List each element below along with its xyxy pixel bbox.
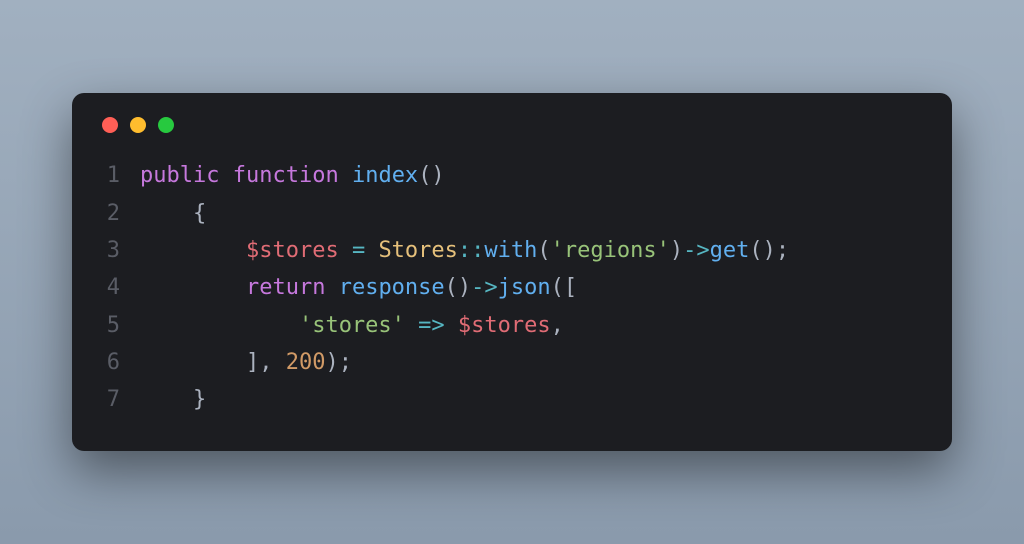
token-punc [339,163,352,188]
code-line: 7 } [100,381,924,418]
token-punc [445,313,458,338]
token-punc [339,238,352,263]
token-punc [219,163,232,188]
line-number: 7 [100,381,140,418]
token-kw: return [246,275,325,300]
token-punc [325,275,338,300]
token-punc: ( [537,238,550,263]
close-icon[interactable] [102,117,118,133]
token-punc [405,313,418,338]
line-number: 2 [100,195,140,232]
zoom-icon[interactable] [158,117,174,133]
line-number: 6 [100,344,140,381]
token-var: $stores [458,313,551,338]
code-block: 1public function index()2 {3 $stores = S… [100,157,924,419]
token-punc: ); [325,350,352,375]
token-punc: ], [140,350,286,375]
token-op: :: [458,238,485,263]
token-punc [365,238,378,263]
token-str: 'regions' [551,238,670,263]
minimize-icon[interactable] [130,117,146,133]
window-titlebar [100,117,924,133]
token-var: $stores [246,238,339,263]
line-content: ], 200); [140,344,352,381]
token-punc: () [418,163,445,188]
token-op: => [418,313,445,338]
code-line: 6 ], 200); [100,344,924,381]
token-op: = [352,238,365,263]
line-content: return response()->json([ [140,269,577,306]
token-fn: json [498,275,551,300]
token-fn: response [339,275,445,300]
line-content: public function index() [140,157,445,194]
token-str: 'stores' [299,313,405,338]
line-number: 5 [100,307,140,344]
line-number: 4 [100,269,140,306]
token-fn: get [710,238,750,263]
line-content: $stores = Stores::with('regions')->get()… [140,232,789,269]
token-punc [140,313,299,338]
token-fn: index [352,163,418,188]
token-punc: ) [670,238,683,263]
token-op: -> [471,275,498,300]
token-kw: public [140,163,219,188]
token-num: 200 [286,350,326,375]
code-line: 2 { [100,195,924,232]
token-cls: Stores [378,238,457,263]
token-punc: { [140,201,206,226]
line-number: 1 [100,157,140,194]
code-line: 1public function index() [100,157,924,194]
token-punc: () [445,275,472,300]
token-punc: } [140,387,206,412]
line-content: { [140,195,206,232]
line-number: 3 [100,232,140,269]
code-window: 1public function index()2 {3 $stores = S… [72,93,952,451]
code-line: 4 return response()->json([ [100,269,924,306]
code-line: 3 $stores = Stores::with('regions')->get… [100,232,924,269]
code-line: 5 'stores' => $stores, [100,307,924,344]
token-punc: (); [749,238,789,263]
token-punc: , [551,313,564,338]
line-content: 'stores' => $stores, [140,307,564,344]
line-content: } [140,381,206,418]
token-punc: ([ [551,275,578,300]
token-kw: function [233,163,339,188]
token-punc [140,238,246,263]
token-op: -> [683,238,710,263]
token-punc [140,275,246,300]
token-fn: with [484,238,537,263]
